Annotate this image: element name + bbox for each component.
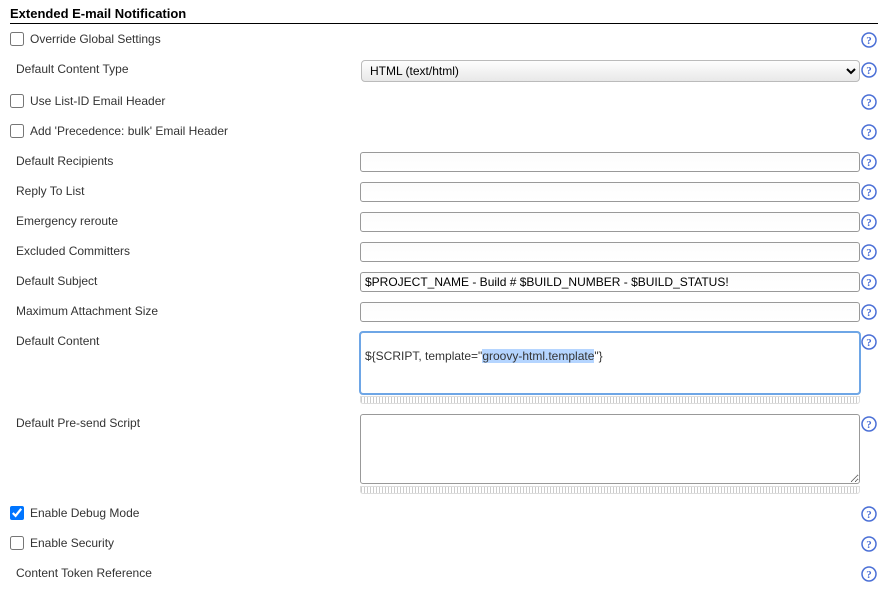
content-token-ref-label: Content Token Reference bbox=[16, 566, 152, 580]
override-global-checkbox[interactable] bbox=[10, 32, 24, 46]
default-subject-input[interactable] bbox=[360, 272, 860, 292]
default-content-label: Default Content bbox=[16, 334, 99, 348]
help-icon[interactable] bbox=[861, 274, 877, 290]
use-listid-label: Use List-ID Email Header bbox=[30, 94, 165, 108]
help-icon[interactable] bbox=[861, 184, 877, 200]
add-precedence-label: Add 'Precedence: bulk' Email Header bbox=[30, 124, 228, 138]
default-content-highlight: groovy-html.template bbox=[482, 349, 594, 363]
default-content-suffix: "} bbox=[594, 349, 602, 363]
help-icon[interactable] bbox=[861, 506, 877, 522]
emergency-reroute-label: Emergency reroute bbox=[16, 214, 118, 228]
help-icon[interactable] bbox=[861, 154, 877, 170]
help-icon[interactable] bbox=[861, 214, 877, 230]
section-title: Extended E-mail Notification bbox=[10, 6, 878, 24]
use-listid-checkbox[interactable] bbox=[10, 94, 24, 108]
default-content-type-select[interactable]: HTML (text/html) bbox=[361, 60, 860, 82]
max-attachment-input[interactable] bbox=[360, 302, 860, 322]
help-icon[interactable] bbox=[861, 304, 877, 320]
enable-security-label: Enable Security bbox=[30, 536, 114, 550]
help-icon[interactable] bbox=[861, 94, 877, 110]
excluded-committers-input[interactable] bbox=[360, 242, 860, 262]
enable-debug-checkbox[interactable] bbox=[10, 506, 24, 520]
override-global-label: Override Global Settings bbox=[30, 32, 161, 46]
help-icon[interactable] bbox=[861, 536, 877, 552]
default-presend-textarea[interactable] bbox=[360, 414, 860, 484]
textarea-resize-handle[interactable] bbox=[360, 396, 860, 404]
help-icon[interactable] bbox=[861, 62, 877, 78]
reply-to-input[interactable] bbox=[360, 182, 860, 202]
default-subject-label: Default Subject bbox=[16, 274, 97, 288]
emergency-reroute-input[interactable] bbox=[360, 212, 860, 232]
help-icon[interactable] bbox=[861, 244, 877, 260]
default-presend-label: Default Pre-send Script bbox=[16, 416, 140, 430]
help-icon[interactable] bbox=[861, 334, 877, 350]
enable-security-checkbox[interactable] bbox=[10, 536, 24, 550]
help-icon[interactable] bbox=[861, 124, 877, 140]
default-content-textarea[interactable]: ${SCRIPT, template="groovy-html.template… bbox=[360, 332, 860, 394]
reply-to-label: Reply To List bbox=[16, 184, 84, 198]
textarea-resize-handle[interactable] bbox=[360, 486, 860, 494]
help-icon[interactable] bbox=[861, 566, 877, 582]
excluded-committers-label: Excluded Committers bbox=[16, 244, 130, 258]
max-attachment-label: Maximum Attachment Size bbox=[16, 304, 158, 318]
default-recipients-label: Default Recipients bbox=[16, 154, 113, 168]
add-precedence-checkbox[interactable] bbox=[10, 124, 24, 138]
enable-debug-label: Enable Debug Mode bbox=[30, 506, 139, 520]
default-content-prefix: ${SCRIPT, template=" bbox=[365, 349, 482, 363]
default-content-type-label: Default Content Type bbox=[16, 62, 129, 76]
help-icon[interactable] bbox=[861, 416, 877, 432]
default-recipients-input[interactable] bbox=[360, 152, 860, 172]
help-icon[interactable] bbox=[861, 32, 877, 48]
